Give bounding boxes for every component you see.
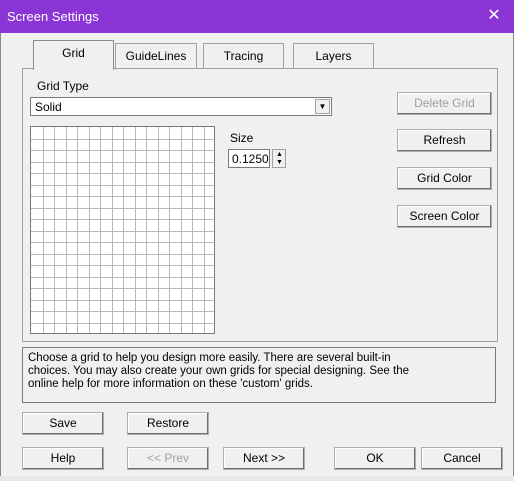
tab-tracing[interactable]: Tracing — [203, 43, 284, 68]
screen-color-button[interactable]: Screen Color — [397, 205, 492, 228]
tab-grid[interactable]: Grid — [33, 40, 114, 70]
tab-guidelines[interactable]: GuideLines — [115, 43, 197, 68]
prev-button[interactable]: << Prev — [127, 447, 209, 470]
next-button[interactable]: Next >> — [223, 447, 305, 470]
ok-button[interactable]: OK — [334, 447, 416, 470]
spin-up-icon[interactable]: ▲ — [276, 151, 283, 159]
tab-layers-label: Layers — [315, 49, 352, 63]
refresh-button[interactable]: Refresh — [397, 129, 492, 152]
restore-button[interactable]: Restore — [127, 412, 209, 435]
grid-preview — [30, 126, 215, 334]
tab-layers[interactable]: Layers — [293, 43, 374, 68]
close-icon[interactable]: ✕ — [484, 6, 504, 26]
grid-lines — [31, 127, 214, 333]
help-button[interactable]: Help — [22, 447, 104, 470]
tab-guidelines-label: GuideLines — [125, 49, 187, 63]
tab-grid-label: Grid — [62, 46, 85, 60]
description-line: choices. You may also create your own gr… — [28, 365, 409, 377]
window-bottom-edge — [0, 476, 514, 481]
spin-down-icon[interactable]: ▼ — [276, 159, 283, 167]
size-stepper[interactable]: ▲ ▼ — [272, 149, 286, 168]
grid-type-label: Grid Type — [37, 79, 89, 93]
window-border-left — [0, 33, 1, 481]
grid-color-button[interactable]: Grid Color — [397, 167, 492, 190]
cancel-button[interactable]: Cancel — [421, 447, 503, 470]
grid-type-select[interactable]: Solid ▼ — [30, 97, 332, 116]
size-input[interactable]: 0.1250 — [228, 149, 270, 168]
description-line: Choose a grid to help you design more ea… — [28, 352, 391, 364]
delete-grid-button[interactable]: Delete Grid — [397, 92, 492, 115]
chevron-down-icon[interactable]: ▼ — [315, 99, 330, 114]
description-box: Choose a grid to help you design more ea… — [22, 347, 496, 403]
grid-type-value: Solid — [35, 100, 62, 114]
size-label: Size — [230, 131, 254, 145]
window-title: Screen Settings — [7, 9, 99, 24]
description-line: online help for more information on thes… — [28, 378, 314, 390]
save-button[interactable]: Save — [22, 412, 104, 435]
tab-tracing-label: Tracing — [223, 49, 264, 63]
